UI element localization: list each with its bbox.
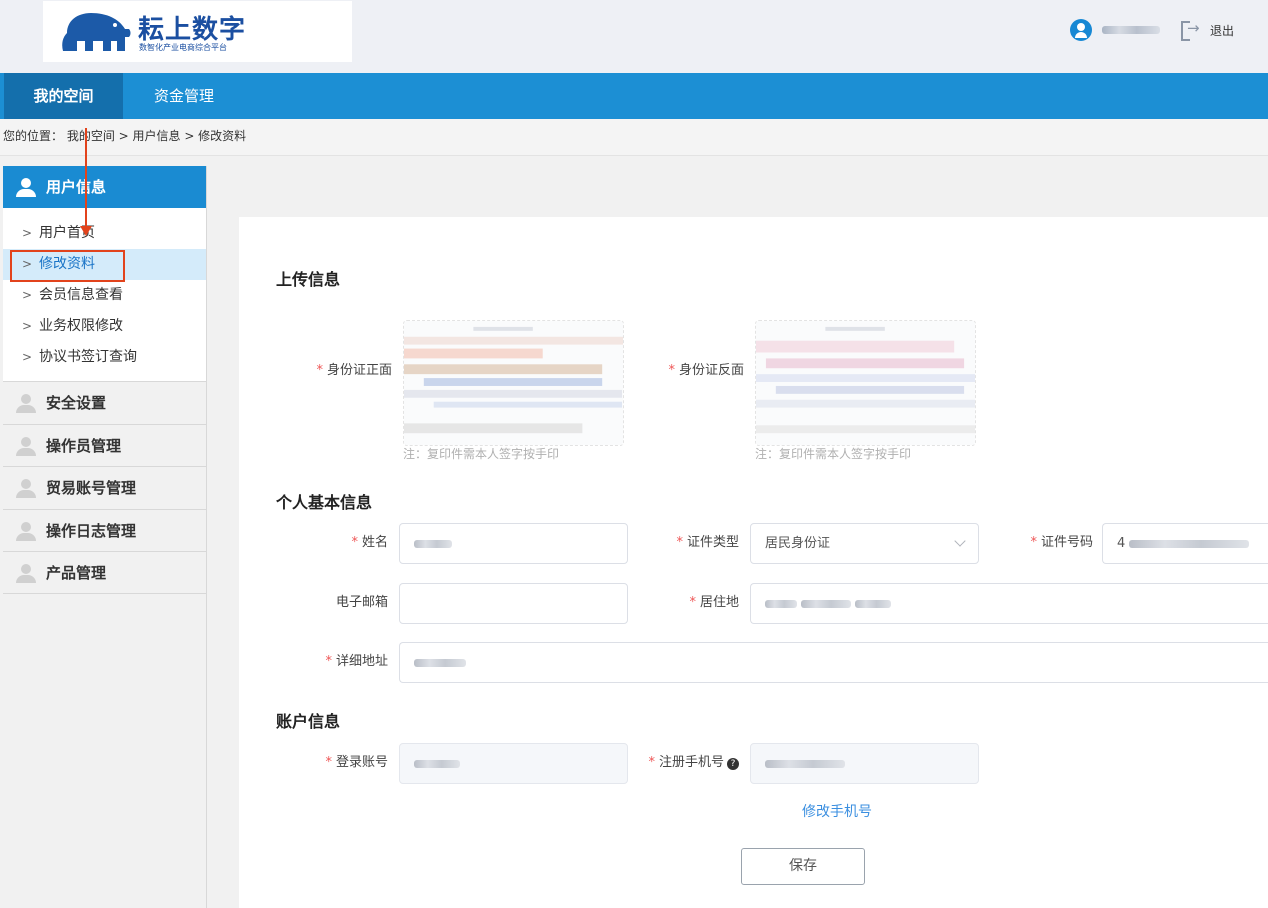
sidebar-item-label: 会员信息查看 (39, 287, 123, 303)
top-bar: 耘上数字 数智化产业电商综合平台 退出 (0, 0, 1268, 73)
chevron-right-icon: > (22, 226, 33, 240)
id-front-note: 注：复印件需本人签字按手印 (403, 447, 560, 461)
id-back-note: 注：复印件需本人签字按手印 (755, 447, 912, 461)
change-phone-link[interactable]: 修改手机号 (802, 801, 872, 821)
name-label: * 姓名 (351, 535, 388, 550)
sidebar-group-operation-logs[interactable]: 操作日志管理 (3, 508, 206, 552)
sidebar-group-products[interactable]: 产品管理 (3, 551, 206, 594)
breadcrumb: 您的位置： 我的空间 > 用户信息 > 修改资料 (0, 119, 1268, 156)
id-number-label: * 证件号码 (1030, 535, 1093, 550)
email-label: 电子邮箱 (335, 595, 388, 610)
name-input[interactable] (399, 523, 628, 564)
id-back-label: * 身份证反面 (668, 363, 744, 378)
save-button[interactable]: 保存 (741, 848, 865, 885)
sidebar-item-permission-edit[interactable]: > 业务权限修改 (3, 311, 206, 342)
sidebar-group-label: 操作员管理 (46, 436, 122, 455)
user-icon (15, 477, 37, 499)
chevron-down-icon (954, 535, 966, 547)
chevron-right-icon: > (22, 319, 33, 333)
user-icon (15, 392, 37, 414)
elephant-logo-icon (62, 13, 131, 51)
sidebar-header-label: 用户信息 (46, 178, 107, 196)
user-avatar-icon[interactable] (1069, 19, 1092, 41)
edit-profile-panel: 上传信息 * 身份证正面 注：复印件需本人签字按手印 * 身份证反面 注：复印件需 (239, 217, 1268, 908)
phone-input[interactable] (750, 743, 979, 784)
sidebar-group-operators[interactable]: 操作员管理 (3, 423, 206, 467)
residence-label: * 居住地 (689, 595, 739, 610)
sidebar-item-user-home[interactable]: > 用户首页 (3, 218, 206, 249)
basic-info-section-title: 个人基本信息 (276, 493, 373, 512)
logout-link[interactable]: 退出 (1210, 22, 1234, 39)
id-back-upload[interactable] (755, 320, 976, 446)
account-section-title: 账户信息 (276, 712, 341, 731)
user-icon (15, 435, 37, 457)
sidebar-group-label: 产品管理 (46, 564, 107, 582)
brand-title: 耘上数字 (138, 15, 247, 45)
id-card-back-image (756, 321, 975, 445)
sidebar-item-member-info[interactable]: > 会员信息查看 (3, 280, 206, 311)
sidebar-item-agreement-query[interactable]: > 协议书签订查询 (3, 342, 206, 373)
sidebar-item-label: 业务权限修改 (39, 318, 123, 334)
email-input[interactable] (399, 583, 628, 624)
login-account-label: * 登录账号 (325, 755, 388, 770)
id-card-front-image (404, 321, 623, 445)
phone-label: * 注册手机号? (639, 743, 739, 783)
id-type-select[interactable]: 居民身份证 (750, 523, 979, 564)
brand-logo[interactable]: 耘上数字 数智化产业电商综合平台 (43, 1, 352, 62)
annotation-arrow (80, 128, 92, 236)
id-number-prefix: 4 (1117, 536, 1126, 551)
user-icon (15, 176, 37, 198)
main-nav: 我的空间 资金管理 (0, 73, 1268, 119)
sidebar-item-label: 协议书签订查询 (39, 349, 137, 365)
id-front-label: * 身份证正面 (316, 363, 392, 378)
help-icon[interactable]: ? (727, 758, 739, 770)
sidebar-group-security[interactable]: 安全设置 (3, 381, 206, 424)
id-type-value: 居民身份证 (765, 536, 831, 551)
chevron-right-icon: > (22, 350, 33, 364)
sidebar-group-trade-accounts[interactable]: 贸易账号管理 (3, 466, 206, 509)
sidebar-group-label: 安全设置 (46, 394, 107, 412)
sidebar-item-edit-profile[interactable]: > 修改资料 (3, 249, 206, 282)
brand-subtitle: 数智化产业电商综合平台 (139, 43, 227, 52)
upload-section-title: 上传信息 (276, 270, 341, 289)
user-icon (15, 520, 37, 542)
address-label: * 详细地址 (325, 654, 388, 669)
sidebar-group-label: 贸易账号管理 (46, 479, 137, 497)
sidebar-group-label: 操作日志管理 (46, 521, 137, 540)
nav-my-space[interactable]: 我的空间 (4, 73, 123, 119)
id-number-input[interactable]: 4 (1102, 523, 1268, 564)
user-area: 退出 (1069, 18, 1234, 42)
chevron-right-icon: > (22, 288, 33, 302)
id-type-label: * 证件类型 (676, 535, 739, 550)
sidebar-sub-list: > 用户首页 > 修改资料 > 会员信息查看 > 业务权限修改 > 协议书签订查… (3, 208, 206, 381)
logout-icon[interactable] (1180, 19, 1202, 41)
nav-fund-management[interactable]: 资金管理 (150, 73, 218, 119)
login-account-input[interactable] (399, 743, 628, 784)
user-name-redacted[interactable] (1101, 26, 1160, 34)
id-front-upload[interactable] (403, 320, 624, 446)
residence-cascader[interactable] (750, 583, 1268, 624)
highlight-annotation-box (10, 250, 125, 282)
sidebar: 用户信息 > 用户首页 > 修改资料 > 会员信息查看 > 业务权限修改 > 协… (3, 166, 207, 908)
address-input[interactable] (399, 642, 1268, 683)
user-icon (15, 562, 37, 584)
sidebar-header-user-info[interactable]: 用户信息 (3, 166, 206, 208)
